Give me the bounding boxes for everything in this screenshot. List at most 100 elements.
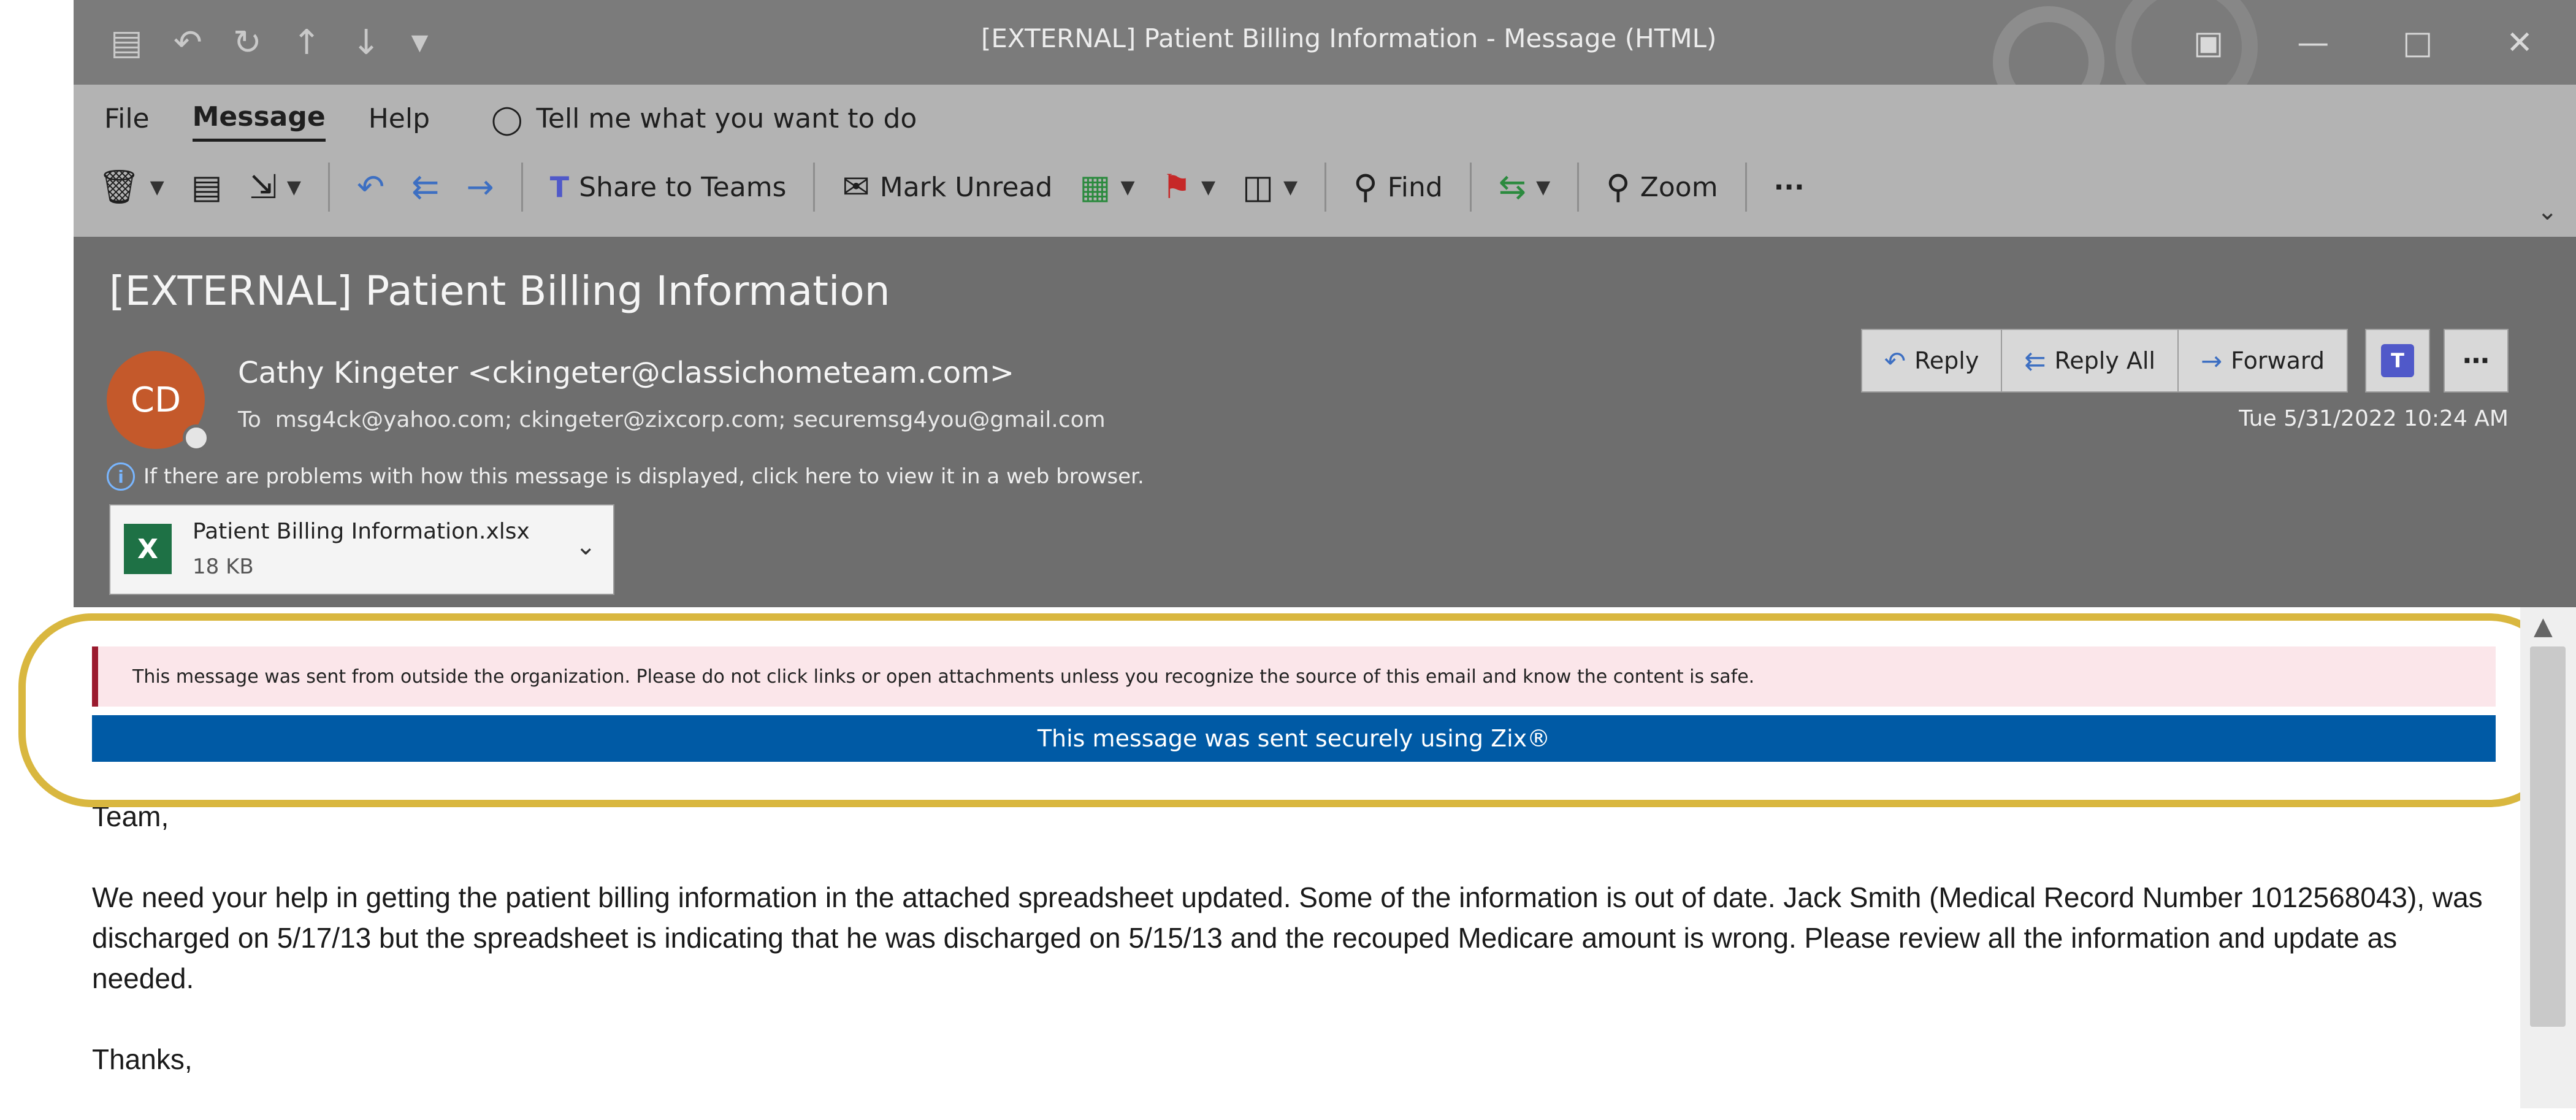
menu-file[interactable]: File [104, 98, 150, 140]
closing: Thanks, [92, 1043, 193, 1075]
forward-icon: → [2200, 345, 2223, 376]
chevron-down-icon: ▼ [1536, 176, 1551, 198]
outlook-message-window: ▤ ↶ ↻ ↑ ↓ ▼ [EXTERNAL] Patient Billing I… [0, 0, 2576, 1108]
info-icon: i [107, 462, 135, 491]
chevron-down-icon[interactable]: ⌄ [575, 532, 596, 561]
more-icon: ··· [1773, 171, 1805, 203]
reply-all-icon: ⇇ [411, 167, 440, 206]
ribbon-expand-icon[interactable]: ⌄ [2537, 198, 2558, 226]
teams-button[interactable]: T [2365, 329, 2430, 393]
rules-button[interactable]: ◫ ▼ [1242, 169, 1298, 205]
flag-icon: ⚑ [1161, 167, 1191, 206]
tell-me-box[interactable]: ◯ Tell me what you want to do [491, 98, 917, 140]
toolbar-divider [813, 163, 816, 212]
reply-toolbar-button[interactable]: ↶ [357, 169, 384, 205]
teams-icon: T [2381, 344, 2414, 377]
avatar-initials: CD [130, 380, 182, 420]
mark-unread-button[interactable]: ✉ Mark Unread [842, 169, 1052, 205]
chevron-down-icon: ▼ [150, 176, 164, 198]
move-icon: ⇲ [249, 167, 277, 206]
recipients-row: To msg4ck@yahoo.com; ckingeter@zixcorp.c… [238, 407, 1106, 432]
reply-all-button[interactable]: ⇇ Reply All [2001, 329, 2179, 393]
excel-icon: X [124, 524, 172, 574]
scrollbar-thumb[interactable] [2530, 646, 2566, 1027]
reply-button[interactable]: ↶ Reply [1860, 329, 2003, 393]
scrollbar[interactable]: ▲ [2520, 607, 2576, 1108]
zoom-button[interactable]: ⚲ Zoom [1606, 169, 1718, 205]
chevron-down-icon: ▼ [1120, 176, 1135, 198]
search-icon: ⚲ [1353, 167, 1378, 206]
forward-label: Forward [2231, 347, 2325, 374]
more-actions-button[interactable]: ⋯ [2444, 329, 2509, 393]
menu-message[interactable]: Message [192, 96, 326, 142]
more-commands-button[interactable]: ··· [1774, 172, 1805, 203]
translate-button[interactable]: ⇆ ▼ [1499, 169, 1550, 205]
info-notice: If there are problems with how this mess… [143, 464, 1144, 489]
close-icon[interactable]: ✕ [2506, 18, 2533, 67]
translate-icon: ⇆ [1498, 167, 1527, 206]
attachment[interactable]: X Patient Billing Information.xlsx 18 KB… [109, 504, 614, 595]
toolbar-divider [1469, 163, 1472, 212]
body-paragraph: We need your help in getting the patient… [92, 881, 2483, 994]
zoom-icon: ⚲ [1606, 167, 1630, 206]
reply-icon: ↶ [1884, 345, 1906, 376]
message-header: [EXTERNAL] Patient Billing Information C… [74, 237, 2576, 607]
minimize-icon[interactable]: — [2297, 18, 2329, 67]
redo-icon[interactable]: ↻ [233, 18, 262, 67]
toolbar-divider [328, 163, 330, 212]
sender[interactable]: Cathy Kingeter <ckingeter@classichometea… [238, 356, 1014, 390]
reply-label: Reply [1914, 347, 1979, 374]
message-subject: [EXTERNAL] Patient Billing Information [109, 267, 890, 315]
lightbulb-icon: ◯ [491, 102, 523, 136]
maximize-icon[interactable]: □ [2402, 18, 2433, 67]
forward-button[interactable]: → Forward [2177, 329, 2348, 393]
menu-bar: File Message Help ◯ Tell me what you wan… [104, 96, 917, 142]
message-actions: ↶ Reply ⇇ Reply All → Forward T ⋯ [1860, 329, 2509, 393]
follow-up-button[interactable]: ⚑ ▼ [1162, 169, 1216, 205]
reply-all-toolbar-button[interactable]: ⇇ [411, 169, 439, 205]
attachment-size: 18 KB [193, 554, 254, 579]
toolbar-divider [521, 163, 523, 212]
title-bar: ▤ ↶ ↻ ↑ ↓ ▼ [EXTERNAL] Patient Billing I… [74, 0, 2576, 118]
mark-unread-label: Mark Unread [879, 171, 1053, 203]
zoom-label: Zoom [1640, 171, 1718, 203]
trash-icon: 🗑 [98, 167, 140, 206]
save-icon[interactable]: ▤ [110, 18, 143, 67]
delete-button[interactable]: 🗑 ▼ [98, 169, 164, 205]
toolbar-divider [1577, 163, 1580, 212]
up-icon[interactable]: ↑ [292, 18, 321, 67]
message-text: Team, We need your help in getting the p… [92, 796, 2496, 1120]
rules-icon: ◫ [1242, 167, 1274, 206]
reply-all-icon: ⇇ [2024, 345, 2046, 376]
categorize-button[interactable]: ▦ ▼ [1079, 169, 1134, 205]
ribbon-toolbar: 🗑 ▼ ▤ ⇲ ▼ ↶ ⇇ → T Share to Teams ✉ Mark … [98, 153, 1832, 221]
archive-button[interactable]: ▤ [191, 169, 223, 205]
menu-help[interactable]: Help [369, 98, 430, 140]
reply-all-label: Reply All [2054, 347, 2155, 374]
attachment-name: Patient Billing Information.xlsx [193, 519, 530, 544]
reply-icon: ↶ [357, 167, 385, 206]
restore-icon[interactable]: ▣ [2193, 18, 2223, 67]
scroll-up-icon[interactable]: ▲ [2534, 612, 2553, 640]
customize-icon[interactable]: ▼ [411, 18, 429, 67]
share-to-teams-button[interactable]: T Share to Teams [550, 169, 787, 205]
chevron-down-icon: ▼ [1201, 176, 1216, 198]
ribbon: File Message Help ◯ Tell me what you wan… [74, 85, 2576, 237]
info-bar[interactable]: i If there are problems with how this me… [107, 462, 1144, 491]
find-button[interactable]: ⚲ Find [1353, 169, 1443, 205]
window-controls: ▣ — □ ✕ [2193, 18, 2533, 67]
categorize-icon: ▦ [1079, 167, 1111, 206]
archive-icon: ▤ [191, 167, 223, 206]
down-icon[interactable]: ↓ [352, 18, 381, 67]
undo-icon[interactable]: ↶ [174, 18, 202, 67]
message-date: Tue 5/31/2022 10:24 AM [2239, 406, 2509, 431]
envelope-icon: ✉ [842, 167, 870, 206]
move-button[interactable]: ⇲ ▼ [250, 169, 301, 205]
toolbar-divider [1324, 163, 1327, 212]
teams-icon: T [549, 171, 570, 204]
recipients[interactable]: msg4ck@yahoo.com; ckingeter@zixcorp.com;… [275, 407, 1106, 432]
forward-icon: → [466, 167, 494, 206]
find-label: Find [1387, 171, 1443, 203]
share-to-teams-label: Share to Teams [579, 171, 787, 203]
forward-toolbar-button[interactable]: → [467, 169, 494, 205]
